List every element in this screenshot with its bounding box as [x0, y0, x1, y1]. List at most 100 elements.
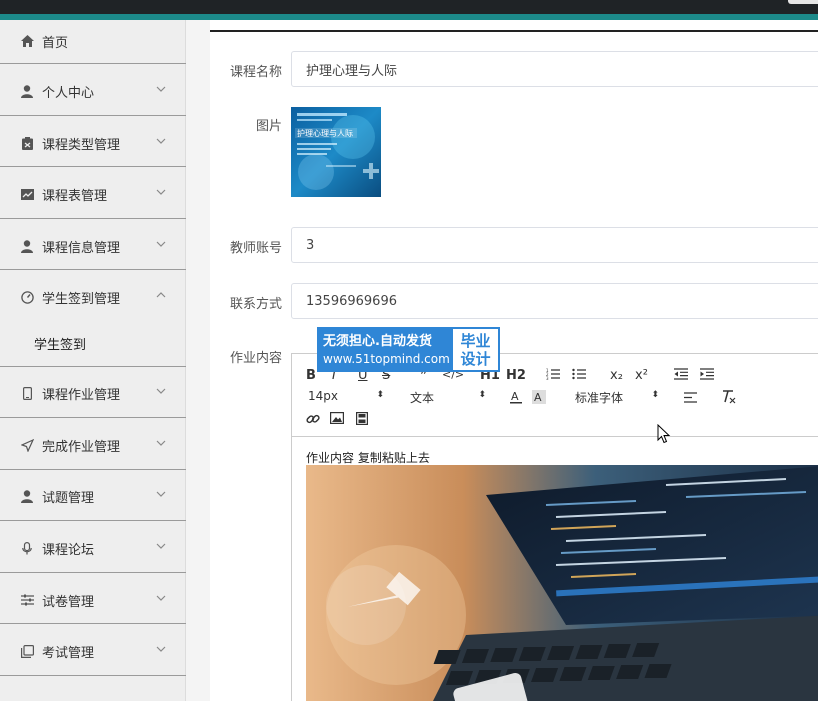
top-bar-button[interactable] [788, 0, 818, 4]
sidebar-item-papers[interactable]: 试卷管理 [0, 585, 186, 615]
ordered-list-icon[interactable]: 123 [546, 368, 560, 384]
divider [0, 675, 186, 676]
sidebar-item-course-type[interactable]: 课程类型管理 [0, 128, 186, 158]
watermark-line2: www.51topmind.com [323, 351, 450, 366]
sliders-icon [20, 593, 34, 607]
rich-text-editor[interactable]: B I U S ❞ </> H1 H2 123 x₂ x² 14px ⬍ 文本 … [291, 353, 818, 701]
sidebar-item-label: 课程作业管理 [42, 387, 121, 403]
divider [0, 218, 186, 219]
content-gutter [186, 20, 210, 701]
align-icon[interactable] [684, 392, 697, 407]
select-arrows-icon: ⬍ [376, 390, 384, 400]
sidebar-item-label: 课程信息管理 [42, 240, 121, 256]
sidebar-item-home[interactable]: 首页 [0, 26, 186, 56]
user-icon [20, 489, 34, 503]
sidebar-item-label: 试题管理 [42, 490, 95, 506]
bullet-list-icon[interactable] [572, 368, 586, 384]
outdent-icon[interactable] [674, 368, 688, 384]
h2-button[interactable]: H2 [506, 368, 526, 383]
subscript-button[interactable]: x₂ [610, 368, 623, 383]
divider [0, 417, 186, 418]
top-bar [0, 0, 818, 14]
divider [0, 63, 186, 64]
dashboard-icon [20, 290, 34, 304]
sidebar-item-questions[interactable]: 试题管理 [0, 481, 186, 511]
indent-icon[interactable] [700, 368, 714, 384]
home-icon [20, 34, 34, 48]
font-size-value: 14px [308, 389, 338, 403]
block-type-select[interactable]: 文本 ⬍ [410, 389, 486, 405]
clipboard-icon [20, 136, 34, 150]
contact-input[interactable]: 13596969696 [291, 283, 818, 319]
chevron-down-icon [156, 240, 166, 250]
chart-icon [20, 187, 34, 201]
mic-icon [20, 541, 34, 555]
sidebar-item-label: 首页 [42, 35, 69, 51]
editor-content-text: 作业内容 复制粘贴上去 [306, 451, 430, 465]
chevron-up-icon [156, 291, 166, 301]
phone-icon [20, 386, 34, 400]
sidebar: 首页 个人中心 课程类型管理 课程表管理 课程信息管理 学生签到管理 学生签到 … [0, 20, 186, 701]
divider [0, 366, 186, 367]
background-color-icon[interactable]: A [532, 390, 546, 408]
sidebar-item-label: 试卷管理 [42, 594, 95, 610]
contact-value: 13596969696 [306, 293, 397, 309]
teacher-label: 教师账号 [229, 241, 282, 256]
editor-embedded-image[interactable] [306, 465, 818, 701]
sidebar-item-profile[interactable]: 个人中心 [0, 76, 186, 106]
watermark-right: 毕业 设计 [453, 329, 498, 370]
sidebar-item-schedule[interactable]: 课程表管理 [0, 179, 186, 209]
sidebar-item-label: 完成作业管理 [42, 439, 121, 455]
course-image-title: 护理心理与人际 [297, 128, 353, 138]
chevron-down-icon [156, 387, 166, 397]
user-icon [20, 84, 34, 98]
sidebar-item-course-info[interactable]: 课程信息管理 [0, 231, 186, 261]
select-arrows-icon: ⬍ [651, 390, 659, 400]
chevron-down-icon [156, 594, 166, 604]
sidebar-item-label: 课程论坛 [42, 542, 95, 558]
block-type-value: 文本 [410, 391, 435, 405]
superscript-button[interactable]: x² [635, 368, 648, 383]
sidebar-item-exams[interactable]: 考试管理 [0, 636, 186, 666]
course-image[interactable]: 护理心理与人际 [291, 107, 381, 197]
chevron-down-icon [156, 439, 166, 449]
course-name-value: 护理心理与人际 [306, 63, 398, 79]
watermark-left: 无须担心.自动发货 www.51topmind.com [319, 329, 453, 370]
divider [0, 166, 186, 167]
svg-text:A: A [534, 391, 542, 404]
image-icon[interactable] [330, 412, 345, 428]
select-arrows-icon: ⬍ [478, 390, 486, 400]
chevron-down-icon [156, 137, 166, 147]
course-name-input[interactable]: 护理心理与人际 [291, 51, 818, 87]
sidebar-subitem-checkin[interactable]: 学生签到 [34, 334, 86, 353]
link-icon[interactable] [306, 412, 320, 430]
text-color-icon[interactable]: A [510, 390, 522, 408]
sidebar-item-label: 考试管理 [42, 645, 95, 661]
chevron-down-icon [156, 645, 166, 655]
image-label: 图片 [255, 119, 282, 134]
svg-text:3: 3 [546, 376, 549, 380]
teacher-input[interactable]: 3 [291, 227, 818, 263]
divider [0, 269, 186, 270]
user-icon [20, 239, 34, 253]
sidebar-item-done-homework[interactable]: 完成作业管理 [0, 430, 186, 460]
copy-icon [20, 644, 34, 658]
divider [0, 469, 186, 470]
divider [0, 623, 186, 624]
video-icon[interactable] [356, 412, 369, 429]
font-family-value: 标准字体 [575, 391, 624, 405]
watermark-line1: 无须担心.自动发货 [323, 333, 432, 349]
font-family-select[interactable]: 标准字体 ⬍ [575, 389, 659, 405]
send-icon [20, 438, 34, 452]
editor-body[interactable]: 作业内容 复制粘贴上去 [292, 438, 818, 701]
sidebar-item-forum[interactable]: 课程论坛 [0, 533, 186, 563]
sidebar-item-homework[interactable]: 课程作业管理 [0, 378, 186, 408]
font-size-select[interactable]: 14px ⬍ [308, 389, 384, 405]
sidebar-item-checkin[interactable]: 学生签到管理 [0, 282, 186, 312]
sidebar-item-label: 学生签到管理 [42, 291, 121, 307]
divider [0, 572, 186, 573]
bold-button[interactable]: B [306, 368, 316, 383]
clear-format-icon[interactable] [722, 390, 736, 408]
sidebar-item-label: 课程类型管理 [42, 137, 121, 153]
top-divider [210, 30, 818, 32]
